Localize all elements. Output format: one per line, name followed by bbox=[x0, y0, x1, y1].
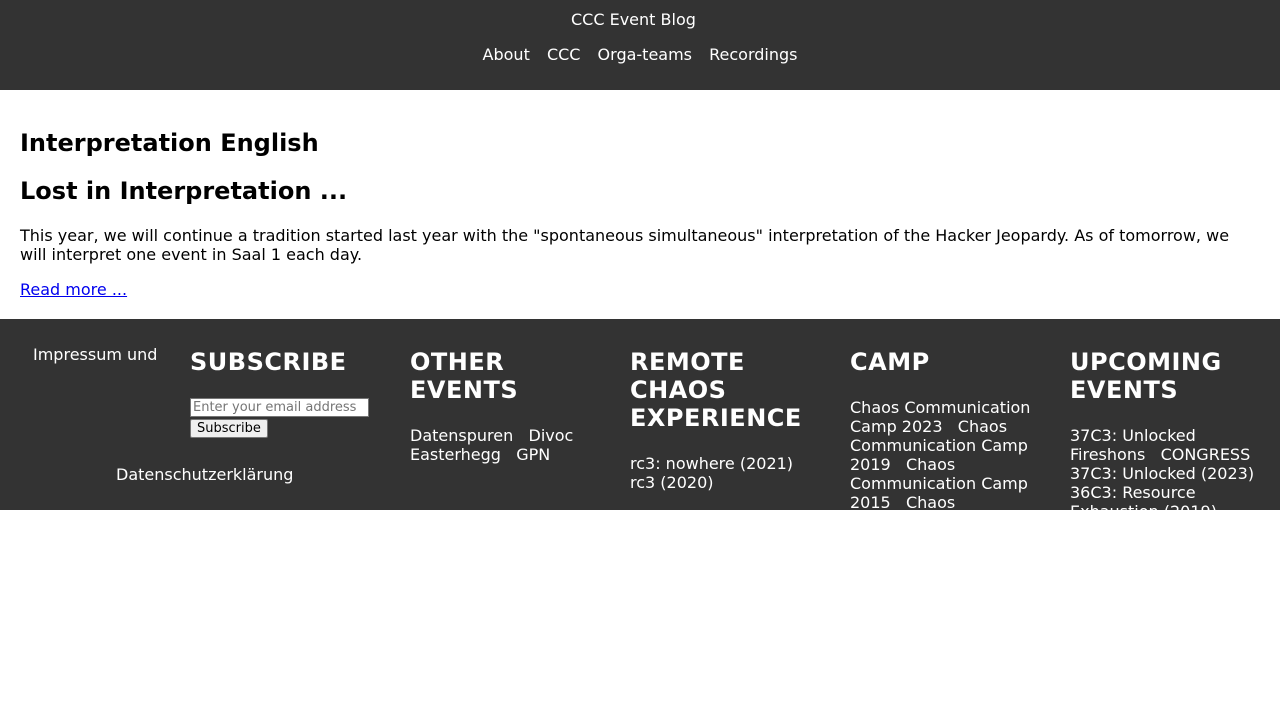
site-logo[interactable]: CCC Event Blog bbox=[570, 10, 696, 29]
remote-chaos-heading: REMOTE CHAOS EXPERIENCE bbox=[630, 348, 802, 432]
subscribe-section: SUBSCRIBE Subscribe bbox=[190, 348, 380, 438]
datenschutz-link[interactable]: Datenschutzerklärung bbox=[116, 465, 293, 484]
remote-chaos-section: REMOTE CHAOS EXPERIENCE rc3: nowhere (20… bbox=[630, 348, 820, 492]
nav-item-recordings[interactable]: Recordings bbox=[709, 45, 797, 64]
subscribe-form: Subscribe bbox=[190, 398, 380, 438]
site-header: CCC Event Blog About CCC Orga-teams Reco… bbox=[0, 0, 1280, 90]
other-events-section: OTHER EVENTS Datenspuren Divoc Easterheg… bbox=[410, 348, 600, 464]
upcoming-events-links: 37C3: Unlocked Fireshons CONGRESS 37C3: … bbox=[1070, 426, 1270, 510]
nav-item-about[interactable]: About bbox=[483, 45, 530, 64]
event-link-datenspuren[interactable]: Datenspuren bbox=[410, 426, 513, 445]
event-link-rc3[interactable]: rc3 (2020) bbox=[630, 473, 714, 492]
post-title[interactable]: Lost in Interpretation ... bbox=[20, 176, 1260, 206]
nav-item-ccc[interactable]: CCC bbox=[547, 45, 581, 64]
event-link-camp-more[interactable]: Chaos bbox=[906, 493, 955, 510]
main-nav: About CCC Orga-teams Recordings bbox=[0, 45, 1280, 64]
remote-chaos-links: rc3: nowhere (2021) rc3 (2020) bbox=[630, 454, 820, 492]
event-link-36c3[interactable]: 36C3: Resource Exhaustion (2019) bbox=[1070, 483, 1217, 510]
camp-links: Chaos Communication Camp 2023 Chaos Comm… bbox=[850, 398, 1040, 510]
upcoming-events-section: UPCOMING EVENTS 37C3: Unlocked Fireshons… bbox=[1070, 348, 1270, 510]
site-footer: Impressum und Datenschutzerklärung SUBSC… bbox=[0, 319, 1280, 510]
camp-section: CAMP Chaos Communication Camp 2023 Chaos… bbox=[850, 348, 1040, 510]
logo-alt-text: CCC Event Blog bbox=[571, 10, 696, 29]
read-more-link[interactable]: Read more ... bbox=[20, 280, 127, 299]
other-events-links: Datenspuren Divoc Easterhegg GPN bbox=[410, 426, 600, 464]
category-title: Interpretation English bbox=[20, 129, 319, 157]
impressum-link[interactable]: Impressum und bbox=[33, 345, 157, 364]
email-input[interactable] bbox=[190, 398, 369, 417]
event-link-gpn[interactable]: GPN bbox=[516, 445, 550, 464]
event-link-rc3-nowhere[interactable]: rc3: nowhere (2021) bbox=[630, 454, 793, 473]
other-events-heading: OTHER EVENTS bbox=[410, 348, 519, 404]
nav-item-orga-teams[interactable]: Orga-teams bbox=[598, 45, 692, 64]
event-link-divoc[interactable]: Divoc bbox=[529, 426, 574, 445]
post-excerpt: This year, we will continue a tradition … bbox=[20, 226, 1230, 264]
event-link-easterhegg[interactable]: Easterhegg bbox=[410, 445, 501, 464]
main-content: Interpretation English Lost in Interpret… bbox=[20, 128, 1260, 299]
subscribe-heading: SUBSCRIBE bbox=[190, 348, 347, 376]
upcoming-events-heading: UPCOMING EVENTS bbox=[1070, 348, 1222, 404]
subscribe-button[interactable]: Subscribe bbox=[190, 419, 268, 438]
camp-heading: CAMP bbox=[850, 348, 930, 376]
